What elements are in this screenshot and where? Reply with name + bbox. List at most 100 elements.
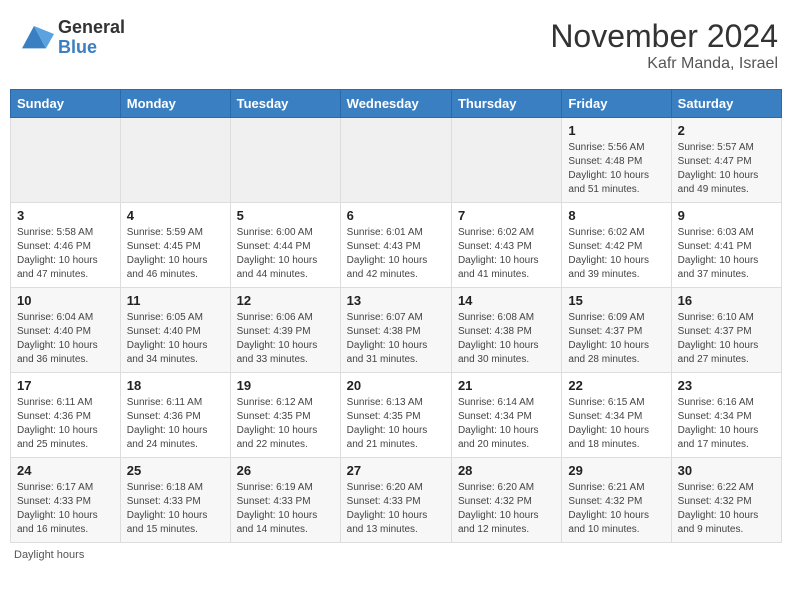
footer: Daylight hours (10, 549, 782, 561)
logo-blue-text: Blue (58, 38, 125, 58)
day-number: 28 (458, 463, 555, 478)
day-info: Sunrise: 6:17 AM Sunset: 4:33 PM Dayligh… (17, 481, 114, 537)
day-number: 12 (237, 293, 334, 308)
col-tuesday: Tuesday (230, 90, 340, 118)
calendar-cell: 27Sunrise: 6:20 AM Sunset: 4:33 PM Dayli… (340, 458, 451, 543)
calendar-cell: 17 Sunrise: 6:11 AM Sunset: 4:36 PM Dayli… (11, 373, 121, 458)
day-number: 27 (347, 463, 445, 478)
calendar-cell (230, 118, 340, 203)
calendar-cell: 25 Sunrise: 6:18 AM Sunset: 4:33 PM Dayli… (120, 458, 230, 543)
calendar-week-3: 10 Sunrise: 6:04 AM Sunset: 4:40 PM Dayli… (11, 288, 782, 373)
day-info: Sunrise: 6:11 AM Sunset: 4:36 PM Dayligh… (17, 396, 114, 452)
calendar-cell (451, 118, 561, 203)
col-monday: Monday (120, 90, 230, 118)
day-info: Sunrise: 6:11 AM Sunset: 4:36 PM Dayligh… (127, 396, 224, 452)
day-info: Sunrise: 6:02 AM Sunset: 4:43 PM Dayligh… (458, 226, 555, 282)
day-number: 6 (347, 208, 445, 223)
day-number: 23 (678, 378, 775, 393)
logo: General Blue (14, 18, 125, 58)
day-info: Sunrise: 6:20 AM Sunset: 4:32 PM Dayligh… (458, 481, 555, 537)
calendar-cell: 7Sunrise: 6:02 AM Sunset: 4:43 PM Daylig… (451, 203, 561, 288)
day-info: Sunrise: 6:19 AM Sunset: 4:33 PM Dayligh… (237, 481, 334, 537)
day-info: Sunrise: 5:59 AM Sunset: 4:45 PM Dayligh… (127, 226, 224, 282)
calendar-cell: 6Sunrise: 6:01 AM Sunset: 4:43 PM Daylig… (340, 203, 451, 288)
calendar-cell: 23Sunrise: 6:16 AM Sunset: 4:34 PM Dayli… (671, 373, 781, 458)
day-info: Sunrise: 6:02 AM Sunset: 4:42 PM Dayligh… (568, 226, 664, 282)
calendar-cell: 22 Sunrise: 6:15 AM Sunset: 4:34 PM Dayli… (562, 373, 671, 458)
col-thursday: Thursday (451, 90, 561, 118)
day-number: 8 (568, 208, 664, 223)
calendar-cell (11, 118, 121, 203)
day-info: Sunrise: 6:18 AM Sunset: 4:33 PM Dayligh… (127, 481, 224, 537)
calendar-week-2: 3Sunrise: 5:58 AM Sunset: 4:46 PM Daylig… (11, 203, 782, 288)
calendar-cell: 9 Sunrise: 6:03 AM Sunset: 4:41 PM Daylig… (671, 203, 781, 288)
day-number: 15 (568, 293, 664, 308)
day-info: Sunrise: 6:04 AM Sunset: 4:40 PM Dayligh… (17, 311, 114, 367)
day-number: 13 (347, 293, 445, 308)
calendar-cell: 5 Sunrise: 6:00 AM Sunset: 4:44 PM Daylig… (230, 203, 340, 288)
day-number: 14 (458, 293, 555, 308)
calendar-cell: 28 Sunrise: 6:20 AM Sunset: 4:32 PM Dayli… (451, 458, 561, 543)
logo-icon (14, 18, 54, 58)
calendar-cell: 14Sunrise: 6:08 AM Sunset: 4:38 PM Dayli… (451, 288, 561, 373)
day-number: 22 (568, 378, 664, 393)
calendar-body: 1 Sunrise: 5:56 AM Sunset: 4:48 PM Daylig… (11, 118, 782, 543)
day-number: 29 (568, 463, 664, 478)
day-info: Sunrise: 6:14 AM Sunset: 4:34 PM Dayligh… (458, 396, 555, 452)
calendar-table: Sunday Monday Tuesday Wednesday Thursday… (10, 89, 782, 543)
day-info: Sunrise: 6:00 AM Sunset: 4:44 PM Dayligh… (237, 226, 334, 282)
day-number: 4 (127, 208, 224, 223)
location: Kafr Manda, Israel (550, 55, 778, 73)
calendar-week-1: 1 Sunrise: 5:56 AM Sunset: 4:48 PM Daylig… (11, 118, 782, 203)
calendar-cell: 13 Sunrise: 6:07 AM Sunset: 4:38 PM Dayli… (340, 288, 451, 373)
calendar-cell: 24 Sunrise: 6:17 AM Sunset: 4:33 PM Dayli… (11, 458, 121, 543)
day-info: Sunrise: 6:07 AM Sunset: 4:38 PM Dayligh… (347, 311, 445, 367)
day-number: 19 (237, 378, 334, 393)
calendar-cell: 29Sunrise: 6:21 AM Sunset: 4:32 PM Dayli… (562, 458, 671, 543)
calendar-cell (340, 118, 451, 203)
day-info: Sunrise: 6:09 AM Sunset: 4:37 PM Dayligh… (568, 311, 664, 367)
day-number: 30 (678, 463, 775, 478)
day-number: 17 (17, 378, 114, 393)
day-info: Sunrise: 5:56 AM Sunset: 4:48 PM Dayligh… (568, 141, 664, 197)
calendar-header: Sunday Monday Tuesday Wednesday Thursday… (11, 90, 782, 118)
title-block: November 2024 Kafr Manda, Israel (550, 18, 778, 73)
day-number: 24 (17, 463, 114, 478)
day-info: Sunrise: 5:57 AM Sunset: 4:47 PM Dayligh… (678, 141, 775, 197)
col-wednesday: Wednesday (340, 90, 451, 118)
logo-general-text: General (58, 18, 125, 38)
day-number: 9 (678, 208, 775, 223)
col-sunday: Sunday (11, 90, 121, 118)
calendar-week-4: 17 Sunrise: 6:11 AM Sunset: 4:36 PM Dayli… (11, 373, 782, 458)
header-row: Sunday Monday Tuesday Wednesday Thursday… (11, 90, 782, 118)
day-number: 1 (568, 123, 664, 138)
calendar-cell: 16 Sunrise: 6:10 AM Sunset: 4:37 PM Dayli… (671, 288, 781, 373)
day-number: 11 (127, 293, 224, 308)
day-number: 16 (678, 293, 775, 308)
logo-text: General Blue (58, 18, 125, 58)
calendar-cell: 10 Sunrise: 6:04 AM Sunset: 4:40 PM Dayli… (11, 288, 121, 373)
month-title: November 2024 (550, 18, 778, 55)
day-info: Sunrise: 6:22 AM Sunset: 4:32 PM Dayligh… (678, 481, 775, 537)
day-info: Sunrise: 6:06 AM Sunset: 4:39 PM Dayligh… (237, 311, 334, 367)
day-info: Sunrise: 6:10 AM Sunset: 4:37 PM Dayligh… (678, 311, 775, 367)
day-number: 25 (127, 463, 224, 478)
calendar-cell: 2Sunrise: 5:57 AM Sunset: 4:47 PM Daylig… (671, 118, 781, 203)
day-number: 5 (237, 208, 334, 223)
day-info: Sunrise: 6:03 AM Sunset: 4:41 PM Dayligh… (678, 226, 775, 282)
calendar-cell: 18 Sunrise: 6:11 AM Sunset: 4:36 PM Dayli… (120, 373, 230, 458)
calendar-week-5: 24 Sunrise: 6:17 AM Sunset: 4:33 PM Dayli… (11, 458, 782, 543)
calendar-cell: 19Sunrise: 6:12 AM Sunset: 4:35 PM Dayli… (230, 373, 340, 458)
calendar-cell: 3Sunrise: 5:58 AM Sunset: 4:46 PM Daylig… (11, 203, 121, 288)
calendar-cell: 4 Sunrise: 5:59 AM Sunset: 4:45 PM Daylig… (120, 203, 230, 288)
col-friday: Friday (562, 90, 671, 118)
calendar-cell (120, 118, 230, 203)
calendar-cell: 8 Sunrise: 6:02 AM Sunset: 4:42 PM Daylig… (562, 203, 671, 288)
daylight-label: Daylight hours (14, 549, 84, 561)
day-info: Sunrise: 6:15 AM Sunset: 4:34 PM Dayligh… (568, 396, 664, 452)
calendar-cell: 30 Sunrise: 6:22 AM Sunset: 4:32 PM Dayli… (671, 458, 781, 543)
page-header: General Blue November 2024 Kafr Manda, I… (10, 10, 782, 81)
day-number: 18 (127, 378, 224, 393)
day-number: 10 (17, 293, 114, 308)
calendar-cell: 26Sunrise: 6:19 AM Sunset: 4:33 PM Dayli… (230, 458, 340, 543)
